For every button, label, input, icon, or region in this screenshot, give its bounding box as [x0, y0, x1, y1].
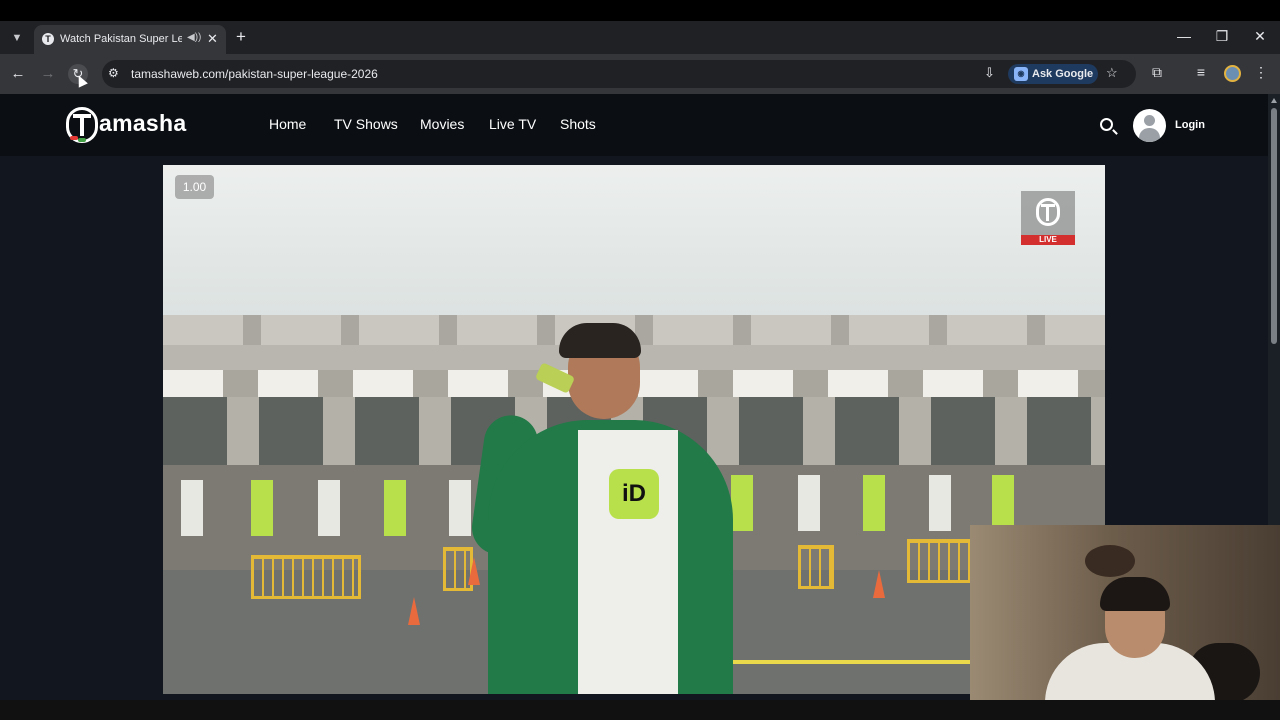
- site-info-icon[interactable]: ⚙: [108, 66, 119, 80]
- banner: [449, 480, 471, 536]
- menu-icon[interactable]: ⋮: [1251, 64, 1271, 81]
- traffic-cone: [468, 557, 480, 585]
- live-logo-top: [1021, 191, 1075, 235]
- nav-home[interactable]: Home: [269, 116, 306, 132]
- banner: [929, 475, 951, 531]
- banner: [251, 480, 273, 536]
- banner: [992, 475, 1014, 531]
- extensions-icon[interactable]: ⧉: [1147, 64, 1167, 81]
- window-close-icon[interactable]: ✕: [1250, 28, 1270, 45]
- tamasha-logo-icon: [1036, 198, 1060, 226]
- nav-movies[interactable]: Movies: [420, 116, 464, 132]
- logo-accent: [78, 138, 86, 142]
- site-logo-text[interactable]: amasha: [99, 110, 186, 137]
- scroll-up-icon[interactable]: [1271, 98, 1277, 103]
- install-icon[interactable]: ⇩: [984, 65, 995, 81]
- url-text[interactable]: tamashaweb.com/pakistan-super-league-202…: [131, 67, 378, 81]
- banner: [181, 480, 203, 536]
- logo-accent: [70, 136, 78, 140]
- nav-live-tv[interactable]: Live TV: [489, 116, 536, 132]
- webcam-person-hair: [1100, 577, 1170, 611]
- forward-icon[interactable]: →: [38, 64, 58, 84]
- user-avatar-icon[interactable]: [1133, 109, 1166, 142]
- video-player[interactable]: iD 1.00 LIVE: [163, 165, 1105, 694]
- close-icon[interactable]: ✕: [207, 31, 218, 47]
- plus-icon[interactable]: +: [236, 27, 246, 47]
- shirt-logo: iD: [609, 469, 659, 519]
- live-logo: LIVE: [1021, 191, 1075, 245]
- person-hair: [559, 323, 641, 358]
- traffic-cone: [873, 570, 885, 598]
- barrier: [251, 555, 361, 599]
- profile-avatar[interactable]: [1224, 65, 1241, 82]
- live-badge: LIVE: [1021, 235, 1075, 245]
- nav-shots[interactable]: Shots: [560, 116, 596, 132]
- playback-speed-badge[interactable]: 1.00: [175, 175, 214, 199]
- google-lens-icon: ◉: [1014, 67, 1028, 81]
- bottom-bar: [0, 700, 1280, 720]
- restore-icon[interactable]: ❐: [1212, 28, 1232, 45]
- audio-icon[interactable]: ◀)): [187, 32, 201, 43]
- barrier: [798, 545, 834, 589]
- avatar-head: [1144, 115, 1155, 126]
- tab-strip: ▼ T Watch Pakistan Super League 2026 ◀))…: [0, 21, 1280, 54]
- ask-google-label: Ask Google: [1032, 68, 1094, 80]
- media-icon[interactable]: ≡: [1191, 64, 1211, 80]
- search-icon[interactable]: [1100, 118, 1113, 131]
- webcam-overlay: [970, 525, 1280, 700]
- lamp-shade: [1085, 545, 1135, 577]
- browser-toolbar: ← → ↻ ⚙ tamashaweb.com/pakistan-super-le…: [0, 54, 1280, 94]
- login-link[interactable]: Login: [1175, 119, 1205, 131]
- tab-search-icon[interactable]: ▼: [8, 29, 26, 47]
- tab-title: Watch Pakistan Super League 2026: [60, 33, 182, 45]
- banner: [318, 480, 340, 536]
- tamasha-favicon-icon: T: [42, 33, 54, 45]
- star-icon[interactable]: ☆: [1106, 65, 1118, 81]
- screen: ▼ T Watch Pakistan Super League 2026 ◀))…: [0, 0, 1280, 720]
- site-header: amasha Home TV Shows Movies Live TV Shot…: [0, 94, 1268, 156]
- back-icon[interactable]: ←: [8, 64, 28, 84]
- ask-google-button[interactable]: ◉ Ask Google: [1008, 64, 1098, 84]
- active-tab[interactable]: T Watch Pakistan Super League 2026 ◀)) ✕: [34, 25, 226, 54]
- minimize-icon[interactable]: —: [1174, 28, 1194, 44]
- banner: [863, 475, 885, 531]
- barrier: [907, 539, 971, 583]
- nav-tv-shows[interactable]: TV Shows: [334, 116, 398, 132]
- avatar-body: [1139, 128, 1160, 142]
- banner: [798, 475, 820, 531]
- scroll-thumb[interactable]: [1271, 108, 1277, 344]
- banner: [731, 475, 753, 531]
- banner: [384, 480, 406, 536]
- address-bar[interactable]: ⚙ tamashaweb.com/pakistan-super-league-2…: [102, 60, 1136, 88]
- traffic-cone: [408, 597, 420, 625]
